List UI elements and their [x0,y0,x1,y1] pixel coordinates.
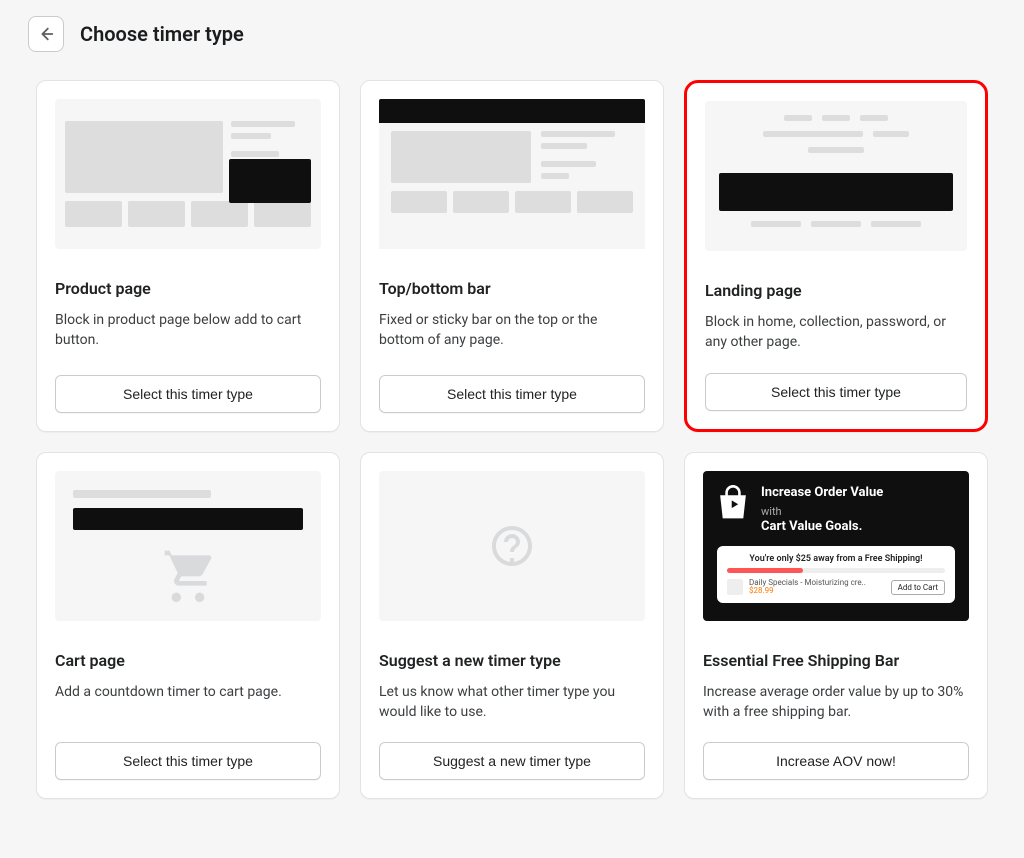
card-description: Add a countdown timer to cart page. [55,682,321,723]
card-landing-page: Landing page Block in home, collection, … [684,80,988,432]
card-title: Cart page [55,651,321,670]
page-header: Choose timer type [0,0,1024,62]
thumbnail-promo: Increase Order Value with Cart Value Goa… [703,471,969,621]
promo-with-label: with [761,505,782,518]
promo-message: You're only $25 away from a Free Shippin… [727,554,945,564]
promo-add-to-cart: Add to Cart [891,580,945,595]
promo-item-image [727,579,743,595]
card-cart-page: Cart page Add a countdown timer to cart … [36,452,340,800]
promo-headline-1: Increase Order Value [761,485,883,501]
arrow-left-icon [37,25,55,43]
thumbnail-cart [55,471,321,621]
suggest-button[interactable]: Suggest a new timer type [379,742,645,780]
card-title: Landing page [705,281,967,300]
card-description: Block in home, collection, password, or … [705,312,967,353]
question-icon [488,522,536,570]
card-product-page: Product page Block in product page below… [36,80,340,432]
promo-headline-2: Cart Value Goals. [761,519,883,534]
select-landing-button[interactable]: Select this timer type [705,373,967,411]
card-description: Let us know what other timer type you wo… [379,682,645,723]
card-title: Essential Free Shipping Bar [703,651,969,670]
shopping-bag-icon [717,485,749,521]
card-description: Increase average order value by up to 30… [703,682,969,723]
increase-aov-button[interactable]: Increase AOV now! [703,742,969,780]
promo-item-name: Daily Specials - Moisturizing cre.. $28.… [749,579,885,595]
card-description: Fixed or sticky bar on the top or the bo… [379,310,645,355]
card-title: Suggest a new timer type [379,651,645,670]
promo-progress-bar [727,568,945,573]
card-description: Block in product page below add to cart … [55,310,321,355]
card-suggest: Suggest a new timer type Let us know wha… [360,452,664,800]
thumbnail-suggest [379,471,645,621]
cards-grid: Product page Block in product page below… [0,62,1024,827]
promo-panel: You're only $25 away from a Free Shippin… [717,546,955,603]
card-title: Top/bottom bar [379,279,645,298]
card-title: Product page [55,279,321,298]
select-cart-button[interactable]: Select this timer type [55,742,321,780]
cart-icon [158,546,218,602]
card-free-shipping-promo: Increase Order Value with Cart Value Goa… [684,452,988,800]
thumbnail-product [55,99,321,249]
page-title: Choose timer type [80,22,244,46]
select-product-button[interactable]: Select this timer type [55,375,321,413]
thumbnail-landing [705,101,967,251]
back-button[interactable] [28,16,64,52]
thumbnail-topbar [379,99,645,249]
select-topbar-button[interactable]: Select this timer type [379,375,645,413]
card-top-bottom-bar: Top/bottom bar Fixed or sticky bar on th… [360,80,664,432]
